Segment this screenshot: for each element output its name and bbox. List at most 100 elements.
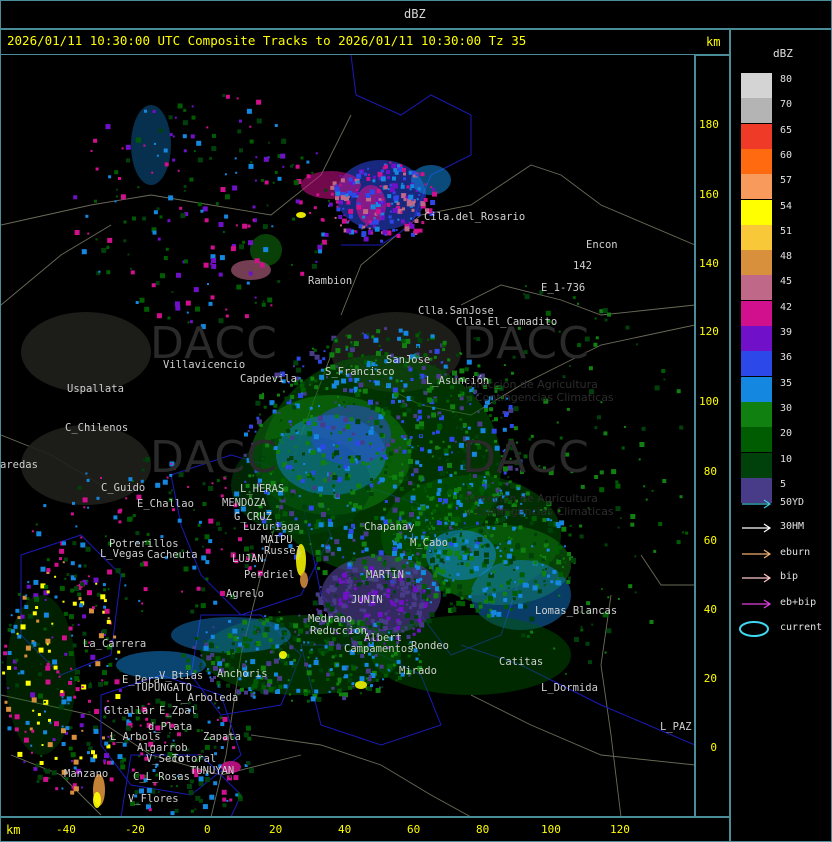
echo-pixel — [380, 348, 383, 351]
echo-pixel — [323, 608, 327, 612]
echo-pixel — [262, 300, 265, 303]
echo-pixel — [336, 207, 341, 212]
echo-pixel — [321, 453, 326, 458]
echo-pixel — [311, 477, 315, 481]
echo-pixel — [211, 258, 217, 264]
watermark-logo-text: DACC — [462, 432, 590, 483]
echo-pixel — [604, 543, 608, 547]
echo-pixel — [352, 538, 356, 542]
radar-map[interactable] — [0, 54, 696, 818]
echo-pixel — [186, 784, 192, 789]
echo-pixel — [182, 120, 188, 126]
y-tick-label: 20 — [703, 672, 717, 685]
echo-pixel — [416, 484, 420, 488]
echo-pixel — [358, 224, 363, 229]
echo-pixel — [320, 243, 323, 246]
echo-pixel — [296, 638, 301, 643]
echo-pixel — [324, 188, 328, 192]
echo-pixel — [485, 587, 489, 591]
echo-pixel — [328, 641, 334, 647]
echo-pixel — [676, 540, 681, 545]
echo-pixel — [336, 205, 339, 208]
echo-pixel — [365, 668, 371, 674]
echo-pixel — [74, 586, 79, 592]
echo-pixel — [447, 504, 452, 509]
echo-pixel — [319, 374, 325, 380]
echo-pixel — [409, 512, 414, 518]
echo-pixel — [260, 690, 264, 694]
echo-pixel — [267, 141, 270, 144]
echo-pixel — [68, 651, 74, 657]
echo-pixel — [360, 536, 364, 540]
echo-pixel — [360, 440, 365, 445]
echo-pixel — [413, 228, 419, 234]
echo-pixel — [7, 726, 12, 731]
echo-pixel — [270, 304, 273, 307]
echo-pixel — [33, 579, 39, 585]
echo-pixel — [334, 594, 337, 597]
echo-pixel — [341, 665, 347, 671]
echo-pixel — [136, 137, 142, 143]
echo-pixel — [597, 415, 601, 420]
echo-pixel — [105, 124, 111, 130]
place-label: Mirado — [399, 665, 437, 677]
echo-pixel — [25, 594, 28, 597]
echo-pixel — [40, 566, 46, 572]
echo-pixel — [193, 150, 196, 153]
echo-pixel — [353, 503, 358, 509]
echo-pixel — [204, 744, 210, 750]
echo-pixel — [98, 270, 101, 273]
echo-pixel — [356, 191, 360, 195]
echo-pixel — [107, 245, 110, 248]
echo-pixel — [460, 529, 463, 531]
echo-pixel — [139, 297, 145, 303]
echo-pixel — [479, 544, 482, 547]
echo-pixel — [418, 511, 423, 516]
echo-pixel — [35, 606, 39, 609]
echo-pixel — [334, 414, 339, 419]
echo-pixel — [329, 606, 335, 612]
echo-pixel — [326, 678, 330, 681]
echo-pixel — [341, 218, 347, 224]
echo-pixel — [156, 207, 160, 211]
echo-pixel — [643, 485, 646, 488]
legend-swatch — [741, 73, 772, 98]
track-key-label: current — [780, 622, 823, 633]
echo-pixel — [338, 404, 341, 407]
echo-pixel — [394, 598, 399, 603]
echo-pixel — [266, 661, 272, 667]
echo-pixel — [494, 521, 498, 525]
echo-pixel — [543, 584, 546, 587]
echo-pixel — [335, 514, 339, 518]
echo-pixel — [176, 272, 181, 278]
echo-pixel — [281, 441, 284, 444]
echo-pixel — [416, 561, 421, 566]
boundary-line — [250, 734, 472, 817]
echo-pixel — [550, 580, 554, 584]
echo-pixel — [452, 506, 456, 510]
echo-pixel — [87, 575, 90, 578]
echo-pixel — [398, 328, 403, 333]
echo-pixel — [366, 332, 370, 336]
echo-pixel — [433, 524, 436, 527]
echo-pixel — [375, 407, 381, 413]
echo-pixel — [451, 525, 455, 529]
echo-pixel — [518, 525, 523, 530]
echo-pixel — [380, 669, 384, 673]
echo-pixel — [368, 625, 372, 629]
echo-pixel — [311, 447, 313, 450]
echo-pixel — [282, 390, 285, 393]
echo-pixel — [225, 663, 229, 667]
echo-pixel — [399, 479, 403, 483]
echo-pixel — [310, 528, 313, 531]
echo-pixel — [235, 793, 239, 797]
echo-pixel — [559, 549, 564, 554]
echo-pixel — [350, 518, 353, 522]
echo-pixel — [124, 597, 128, 601]
echo-pixel — [33, 766, 38, 771]
echo-pixel — [459, 391, 463, 395]
echo-pixel — [494, 544, 498, 548]
echo-pixel — [314, 250, 318, 254]
echo-pixel — [238, 642, 243, 647]
echo-pixel — [546, 518, 550, 521]
